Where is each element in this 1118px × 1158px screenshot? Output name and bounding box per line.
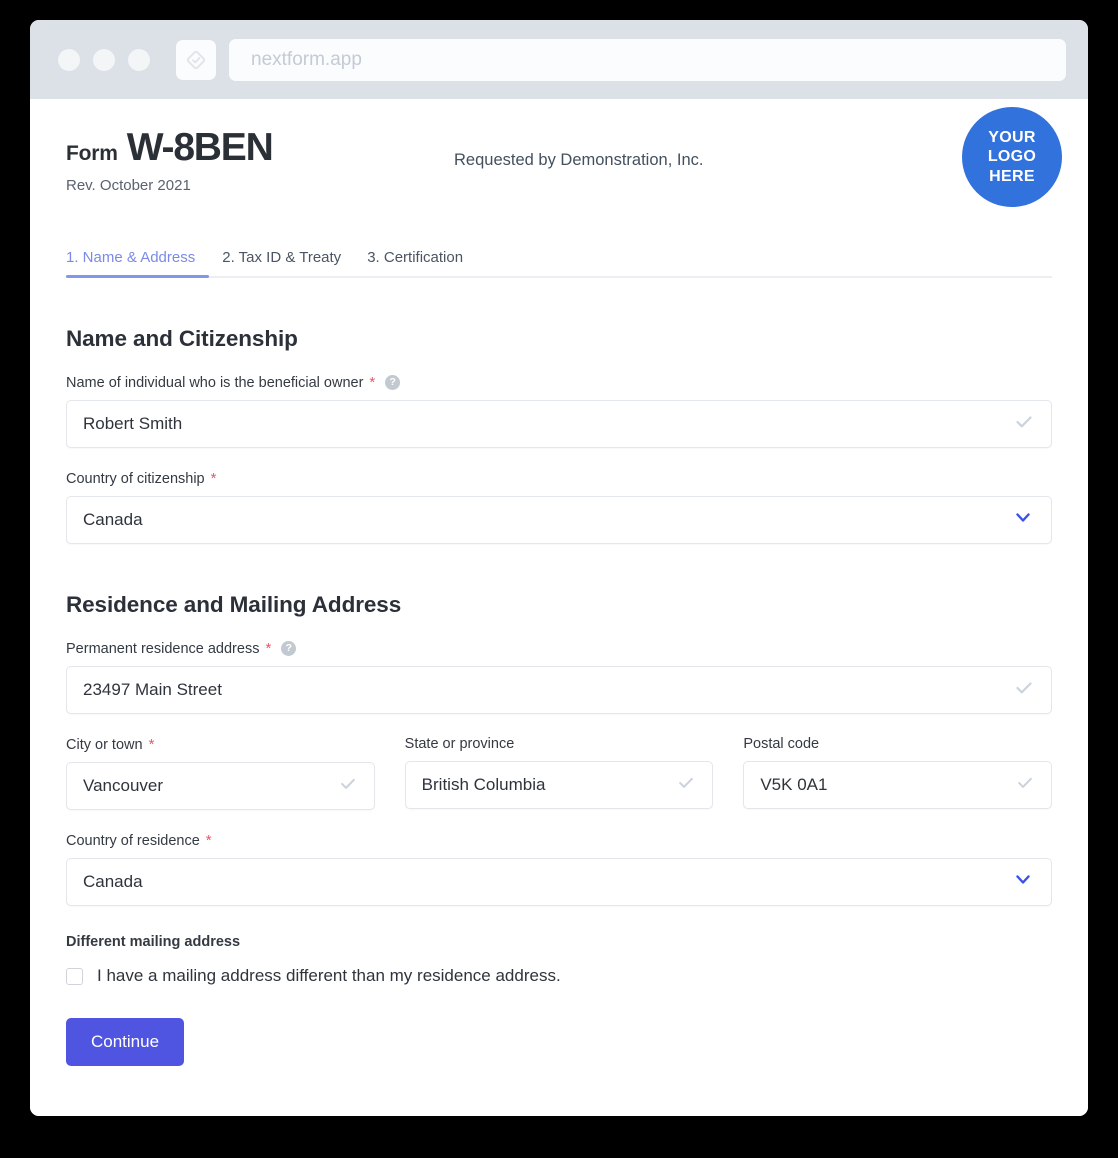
page-title: Form W-8BEN Rev. October 2021 <box>66 126 274 194</box>
label-postal-text: Postal code <box>743 736 820 752</box>
tab-tax-id-treaty[interactable]: 2. Tax ID & Treaty <box>209 245 354 276</box>
label-city-text: City or town <box>66 736 143 753</box>
form-code-label: W-8BEN <box>126 126 274 169</box>
label-permanent-address: Permanent residence address * ? <box>66 640 1052 657</box>
required-asterisk: * <box>369 374 376 391</box>
label-beneficial-owner: Name of individual who is the beneficial… <box>66 374 1052 391</box>
city-input[interactable]: Vancouver <box>66 762 375 810</box>
label-country-residence-text: Country of residence <box>66 832 200 849</box>
field-postal: Postal code V5K 0A1 <box>743 736 1053 810</box>
label-state-text: State or province <box>404 736 515 752</box>
required-asterisk: * <box>148 736 155 753</box>
field-country-citizenship: Country of citizenship * Canada <box>66 470 1052 544</box>
required-asterisk: * <box>265 640 272 657</box>
window-close-dot[interactable] <box>58 48 80 71</box>
postal-input[interactable]: V5K 0A1 <box>743 761 1053 809</box>
step-tabs: 1. Name & Address 2. Tax ID & Treaty 3. … <box>66 239 1052 278</box>
country-citizenship-value: Canada <box>83 510 143 529</box>
different-mailing-address-checkbox-label[interactable]: I have a mailing address different than … <box>97 966 561 986</box>
chevron-down-icon <box>1013 870 1033 895</box>
form-body: Name and Citizenship Name of individual … <box>48 326 1070 1096</box>
required-asterisk: * <box>210 470 217 487</box>
window-maximize-dot[interactable] <box>128 48 150 71</box>
requested-by-text: Requested by Demonstration, Inc. <box>454 151 704 169</box>
check-icon <box>338 774 358 799</box>
logo-line-2: LOGO <box>987 148 1037 166</box>
label-city: City or town * <box>66 736 375 753</box>
label-postal: Postal code <box>743 736 1052 752</box>
different-mailing-address-row: I have a mailing address different than … <box>66 966 1052 986</box>
browser-chrome: nextform.app <box>30 20 1088 99</box>
country-residence-value: Canada <box>83 872 143 891</box>
state-input[interactable]: British Columbia <box>404 761 714 809</box>
browser-window: nextform.app Form W-8BEN Rev. October 20… <box>30 20 1088 1116</box>
window-controls <box>58 48 150 71</box>
tab-certification[interactable]: 3. Certification <box>354 245 476 276</box>
label-country-citizenship-text: Country of citizenship <box>66 470 205 487</box>
form-revision: Rev. October 2021 <box>66 177 191 194</box>
field-state: State or province British Columbia <box>404 736 714 810</box>
company-logo: YOUR LOGO HERE <box>962 107 1062 207</box>
tab-name-address[interactable]: 1. Name & Address <box>66 245 210 278</box>
form-header: Form W-8BEN Rev. October 2021 Requested … <box>48 99 1070 239</box>
permanent-address-value: 23497 Main Street <box>83 680 222 699</box>
label-state: State or province <box>405 736 714 752</box>
required-asterisk: * <box>205 832 212 849</box>
check-icon <box>676 773 696 798</box>
different-mailing-address-checkbox[interactable] <box>66 967 83 985</box>
check-icon <box>1015 773 1035 798</box>
logo-line-1: YOUR <box>988 128 1036 146</box>
state-value: British Columbia <box>421 775 546 794</box>
beneficial-owner-input[interactable]: Robert Smith <box>66 400 1052 448</box>
address-bar-text: nextform.app <box>251 48 362 70</box>
window-minimize-dot[interactable] <box>93 48 115 71</box>
permanent-address-input[interactable]: 23497 Main Street <box>66 666 1052 714</box>
help-icon[interactable]: ? <box>385 375 401 390</box>
section-title-residence-mailing: Residence and Mailing Address <box>66 592 402 617</box>
city-value: Vancouver <box>83 776 164 795</box>
label-country-citizenship: Country of citizenship * <box>66 470 1052 487</box>
check-icon <box>1013 677 1035 704</box>
field-country-residence: Country of residence * Canada <box>66 832 1052 906</box>
beneficial-owner-value: Robert Smith <box>83 414 183 433</box>
address-bar[interactable]: nextform.app <box>229 38 1066 81</box>
field-city: City or town * Vancouver <box>66 736 375 810</box>
diamond-outline-icon[interactable] <box>176 39 216 80</box>
address-row: City or town * Vancouver State or provin… <box>66 736 1053 810</box>
label-different-mailing-address: Different mailing address <box>66 934 241 950</box>
section-title-name-citizenship: Name and Citizenship <box>66 326 298 351</box>
check-icon <box>1013 411 1035 438</box>
postal-value: V5K 0A1 <box>760 775 828 794</box>
field-permanent-address: Permanent residence address * ? 23497 Ma… <box>66 640 1052 714</box>
logo-line-3: HERE <box>989 167 1035 185</box>
continue-button[interactable]: Continue <box>66 1018 185 1066</box>
field-beneficial-owner: Name of individual who is the beneficial… <box>66 374 1052 448</box>
country-citizenship-select[interactable]: Canada <box>66 496 1052 544</box>
chevron-down-icon <box>1013 508 1033 533</box>
label-beneficial-owner-text: Name of individual who is the beneficial… <box>66 374 364 391</box>
label-permanent-address-text: Permanent residence address <box>66 640 260 657</box>
label-country-residence: Country of residence * <box>66 832 1052 849</box>
page-content: Form W-8BEN Rev. October 2021 Requested … <box>30 99 1088 1116</box>
help-icon[interactable]: ? <box>281 641 297 656</box>
form-word-label: Form <box>66 142 118 165</box>
country-residence-select[interactable]: Canada <box>66 858 1052 906</box>
bottom-spacer <box>66 1066 1052 1096</box>
